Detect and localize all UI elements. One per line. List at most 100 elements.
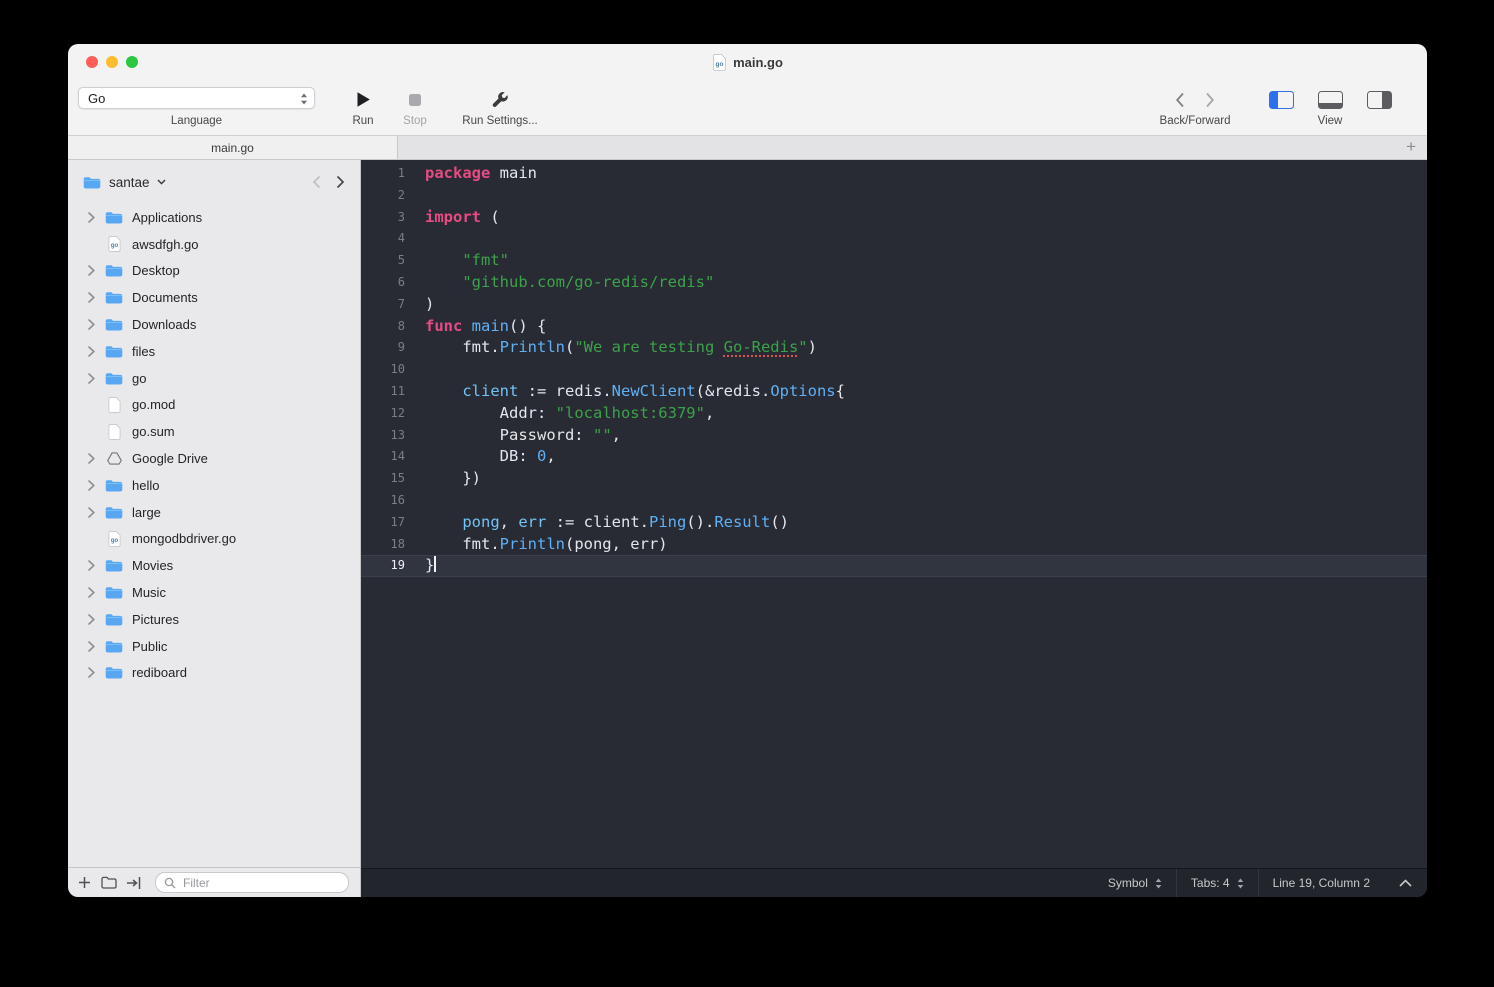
sidebar-item-documents[interactable]: Documents	[68, 284, 360, 311]
code-line-16[interactable]: 16	[361, 490, 1427, 512]
view-bottom-panel-toggle[interactable]	[1317, 90, 1343, 109]
folder-icon	[104, 584, 124, 602]
code-text: package main	[425, 164, 537, 182]
view-right-panel-toggle[interactable]	[1366, 90, 1392, 109]
add-file-button[interactable]	[77, 874, 92, 892]
disclosure-chevron-icon[interactable]	[84, 506, 99, 518]
tab-label: main.go	[211, 140, 254, 155]
window-title-area: go main.go	[68, 44, 1427, 80]
code-text: })	[425, 469, 481, 488]
code-line-8[interactable]: 8 func main() {	[361, 316, 1427, 338]
back-forward-group: Back/Forward	[1135, 87, 1255, 127]
new-tab-button[interactable]: +	[1406, 136, 1416, 158]
collapse-statusbar-button[interactable]	[1384, 869, 1427, 897]
code-line-17[interactable]: 17 pong, err := client.Ping().Result()	[361, 512, 1427, 534]
sidebar-item-desktop[interactable]: Desktop	[68, 258, 360, 285]
disclosure-chevron-icon[interactable]	[84, 667, 99, 679]
sidebar-item-pictures[interactable]: Pictures	[68, 606, 360, 633]
cursor-position-label: Line 19, Column 2	[1272, 876, 1370, 890]
code-line-12[interactable]: 12 Addr: "localhost:6379",	[361, 403, 1427, 425]
symbol-dropdown[interactable]: Symbol	[1094, 869, 1176, 897]
code-line-2[interactable]: 2	[361, 185, 1427, 207]
root-folder-selector[interactable]: santae	[83, 175, 166, 190]
sidebar-item-label: Desktop	[132, 263, 180, 279]
tab-bar: main.go +	[68, 136, 1427, 160]
disclosure-chevron-icon[interactable]	[84, 319, 99, 330]
code-line-19[interactable]: 19}	[361, 555, 1427, 578]
disclosure-chevron-icon[interactable]	[84, 560, 99, 572]
disclosure-chevron-icon[interactable]	[84, 640, 99, 652]
filter-field[interactable]	[155, 872, 349, 893]
code-line-1[interactable]: 1 package main	[361, 163, 1427, 185]
sidebar-item-label: rediboard	[132, 665, 187, 681]
code-line-18[interactable]: 18 fmt.Println(pong, err)	[361, 534, 1427, 556]
back-button[interactable]	[1175, 92, 1185, 108]
view-sidebar-toggle[interactable]	[1268, 90, 1294, 109]
code-line-7[interactable]: 7)	[361, 294, 1427, 316]
tabs-dropdown[interactable]: Tabs: 4	[1177, 869, 1258, 897]
code-line-15[interactable]: 15 })	[361, 468, 1427, 490]
code-line-10[interactable]: 10	[361, 359, 1427, 381]
sidebar-forward-button[interactable]	[336, 175, 345, 189]
code-line-9[interactable]: 9 fmt.Println("We are testing Go-Redis")	[361, 337, 1427, 359]
sidebar-item-movies[interactable]: Movies	[68, 552, 360, 579]
sidebar-item-large[interactable]: large	[68, 499, 360, 526]
window-title: main.go	[733, 54, 783, 70]
sidebar-item-go-sum[interactable]: go.sum	[68, 418, 360, 445]
code-line-5[interactable]: 5 "fmt"	[361, 250, 1427, 272]
disclosure-chevron-icon[interactable]	[84, 346, 99, 357]
sidebar-item-public[interactable]: Public	[68, 633, 360, 660]
language-selector[interactable]: Go	[78, 87, 315, 109]
code-line-14[interactable]: 14 DB: 0,	[361, 446, 1427, 468]
disclosure-chevron-icon[interactable]	[84, 453, 99, 464]
line-number: 15	[390, 471, 405, 486]
sidebar-item-hello[interactable]: hello	[68, 472, 360, 499]
line-number: 19	[390, 558, 405, 573]
sidebar-item-label: go.sum	[132, 424, 175, 440]
sidebar-item-mongodbdriver-go[interactable]: go mongodbdriver.go	[68, 526, 360, 553]
sidebar-item-go[interactable]: go	[68, 365, 360, 392]
disclosure-chevron-icon[interactable]	[84, 587, 99, 598]
code-line-6[interactable]: 6 "github.com/go-redis/redis"	[361, 272, 1427, 294]
sidebar-item-files[interactable]: files	[68, 338, 360, 365]
disclosure-chevron-icon[interactable]	[84, 614, 99, 625]
play-icon	[356, 91, 371, 108]
sidebar-item-google-drive[interactable]: Google Drive	[68, 445, 360, 472]
reveal-in-editor-button[interactable]	[126, 874, 141, 892]
disclosure-chevron-icon[interactable]	[84, 265, 99, 277]
close-window-button[interactable]	[86, 56, 98, 68]
window-titlebar[interactable]: go main.go	[68, 44, 1427, 80]
sidebar-item-awsdfgh-go[interactable]: go awsdfgh.go	[68, 231, 360, 258]
disclosure-chevron-icon[interactable]	[84, 292, 99, 304]
code-line-4[interactable]: 4	[361, 228, 1427, 250]
forward-button[interactable]	[1205, 92, 1215, 108]
sidebar-back-button[interactable]	[312, 175, 321, 189]
tab-main-go[interactable]: main.go	[68, 136, 398, 159]
sidebar-item-go-mod[interactable]: go.mod	[68, 392, 360, 419]
zoom-window-button[interactable]	[126, 56, 138, 68]
sidebar-item-downloads[interactable]: Downloads	[68, 311, 360, 338]
chevron-down-icon	[157, 179, 166, 185]
code-text: DB: 0,	[425, 447, 556, 466]
filter-input[interactable]	[181, 874, 340, 891]
traffic-lights	[86, 56, 138, 68]
new-folder-button[interactable]	[101, 874, 117, 892]
disclosure-chevron-icon[interactable]	[84, 212, 99, 223]
code-area[interactable]: 1 package main 2 3 import (4 5 "fmt" 6 "github…	[361, 160, 1427, 868]
line-number: 12	[390, 405, 405, 420]
disclosure-chevron-icon[interactable]	[84, 480, 99, 491]
sidebar-item-rediboard[interactable]: rediboard	[68, 660, 360, 687]
line-number: 18	[390, 536, 405, 551]
disclosure-chevron-icon[interactable]	[84, 372, 99, 384]
sidebar-item-applications[interactable]: Applications	[68, 204, 360, 231]
code-line-3[interactable]: 3 import (	[361, 207, 1427, 229]
run-button[interactable]: Run	[339, 87, 387, 127]
minimize-window-button[interactable]	[106, 56, 118, 68]
run-settings-button[interactable]: Run Settings...	[447, 87, 553, 127]
code-line-13[interactable]: 13 Password: "",	[361, 425, 1427, 447]
code-line-11[interactable]: 11 client := redis.NewClient(&redis.Opti…	[361, 381, 1427, 403]
sidebar-item-music[interactable]: Music	[68, 579, 360, 606]
line-number: 17	[390, 514, 405, 529]
stop-button[interactable]: Stop	[393, 87, 437, 127]
